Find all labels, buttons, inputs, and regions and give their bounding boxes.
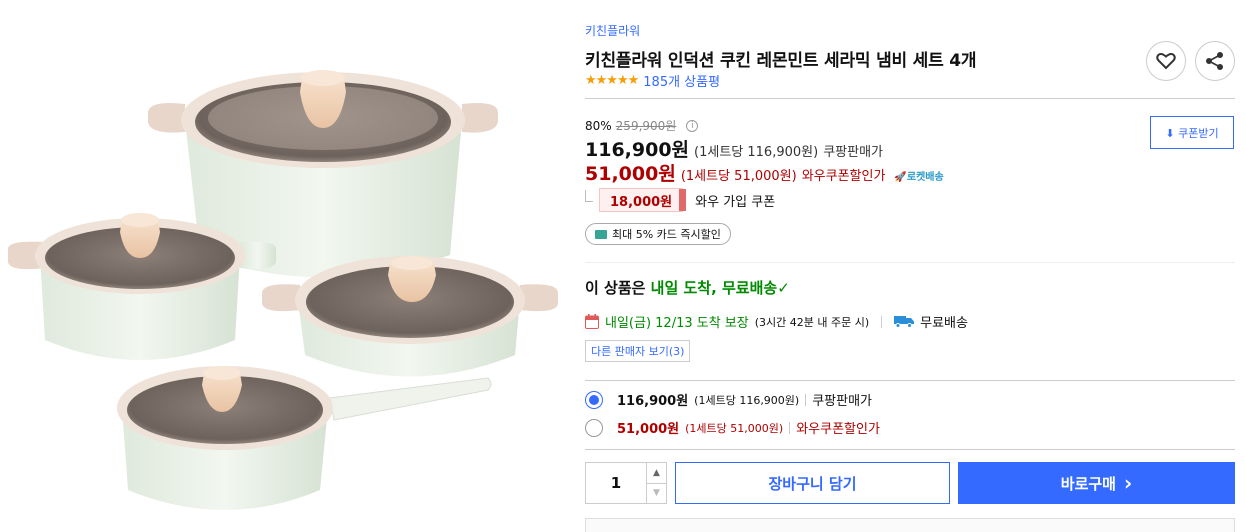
truck-icon [894,316,915,328]
card-discount-label: 최대 5% 카드 즉시할인 [612,228,721,241]
other-sellers-button[interactable]: 다른 판매자 보기(3) [585,340,691,362]
rating-row: ★★★★★ 185개 상품평 [585,71,720,90]
radio-selected[interactable] [585,390,603,409]
quantity-decrease-button[interactable]: ▼ [647,482,666,504]
coupon-download-button[interactable]: ⬇ 쿠폰받기 [1150,116,1234,149]
option-unit-price: (1세트당 116,900원) [694,393,800,407]
divider [585,98,1235,99]
add-to-cart-button[interactable]: 장바구니 담기 [675,462,950,504]
calendar-icon [585,314,599,329]
check-icon: ✓ [777,279,790,297]
wow-coupon-badge: 18,000원 [599,188,687,212]
wow-coupon-label: 와우 가입 쿠폰 [695,194,776,210]
product-title: 키친플라워 인덕션 쿠킨 레몬민트 세라믹 냄비 세트 4개 [585,51,977,71]
coupang-price: 116,900원 [585,139,690,161]
arrival-date: 내일(금) 12/13 도착 보장 [605,316,749,331]
delivery-headline: 이 상품은 내일 도착, 무료배송✓ [585,277,790,298]
quantity-stepper: 1 ▲ ▼ [585,462,667,504]
coupang-price-label: 쿠팡판매가 [823,145,883,160]
separator [789,421,791,434]
separator [805,393,807,406]
buy-now-button[interactable]: 바로구매 › [958,462,1235,504]
bottom-info-box [585,518,1235,532]
arrival-note: (3시간 42분 내 주문 시) [754,315,870,329]
option-wow-price[interactable]: 51,000원 (1세트당 51,000원) 와우쿠폰할인가 [585,418,880,437]
wishlist-button[interactable] [1146,41,1186,81]
original-price: 259,900원 [615,119,677,133]
delivery-head-highlight: 내일 도착, 무료배송 [650,279,778,297]
wow-price-row: 51,000원 (1세트당 51,000원) 와우쿠폰할인가 🚀로켓배송 [585,159,944,186]
review-count-link[interactable]: 185개 상품평 [643,71,720,90]
wow-price: 51,000원 [585,163,676,185]
option-price: 51,000원 [617,422,680,437]
tree-connector [585,190,593,202]
rating-stars: ★★★★★ [585,73,639,88]
share-icon [1206,52,1223,70]
discount-row: 80% 259,900원 i [585,117,699,134]
share-button[interactable] [1195,41,1235,81]
brand-link[interactable]: 키친플라워 [585,22,640,39]
option-coupang-price[interactable]: 116,900원 (1세트당 116,900원) 쿠팡판매가 [585,390,872,409]
separator [881,315,883,328]
quantity-buttons: ▲ ▼ [646,463,666,503]
product-image [0,0,570,532]
option-label: 와우쿠폰할인가 [796,422,880,437]
info-icon[interactable]: i [686,119,699,132]
coupang-unit-price: (1세트당 116,900원) [694,145,819,160]
discount-rate: 80% [585,118,612,133]
buy-now-label: 바로구매 [1060,474,1116,493]
radio-unselected[interactable] [585,418,603,437]
heart-icon [1156,52,1176,70]
wow-coupon-row: 18,000원 와우 가입 쿠폰 [585,188,775,212]
delivery-head-prefix: 이 상품은 [585,279,651,297]
arrival-row: 내일(금) 12/13 도착 보장 (3시간 42분 내 주문 시) 무료배송 [585,312,968,331]
saucepan [117,366,492,510]
option-price: 116,900원 [617,394,689,409]
divider [585,380,1235,381]
product-info-panel: 키친플라워 키친플라워 인덕션 쿠킨 레몬민트 세라믹 냄비 세트 4개 ★★★… [585,0,1235,532]
option-label: 쿠팡판매가 [812,394,873,409]
credit-card-icon [595,229,607,239]
card-discount-pill[interactable]: 최대 5% 카드 즉시할인 [585,223,731,245]
coupang-price-row: 116,900원 (1세트당 116,900원) 쿠팡판매가 [585,135,883,162]
wow-unit-price: (1세트당 51,000원) [680,169,797,184]
free-shipping-label: 무료배송 [920,316,968,331]
quantity-input[interactable]: 1 [586,463,646,503]
divider [585,262,1235,263]
divider [585,449,1235,450]
quantity-increase-button[interactable]: ▲ [647,463,666,483]
option-unit-price: (1세트당 51,000원) [685,421,784,435]
chevron-right-icon: › [1123,471,1133,495]
wow-price-label: 와우쿠폰할인가 [801,169,886,184]
cookware-set-illustration [8,70,558,510]
rocket-delivery-badge: 🚀로켓배송 [894,172,944,183]
